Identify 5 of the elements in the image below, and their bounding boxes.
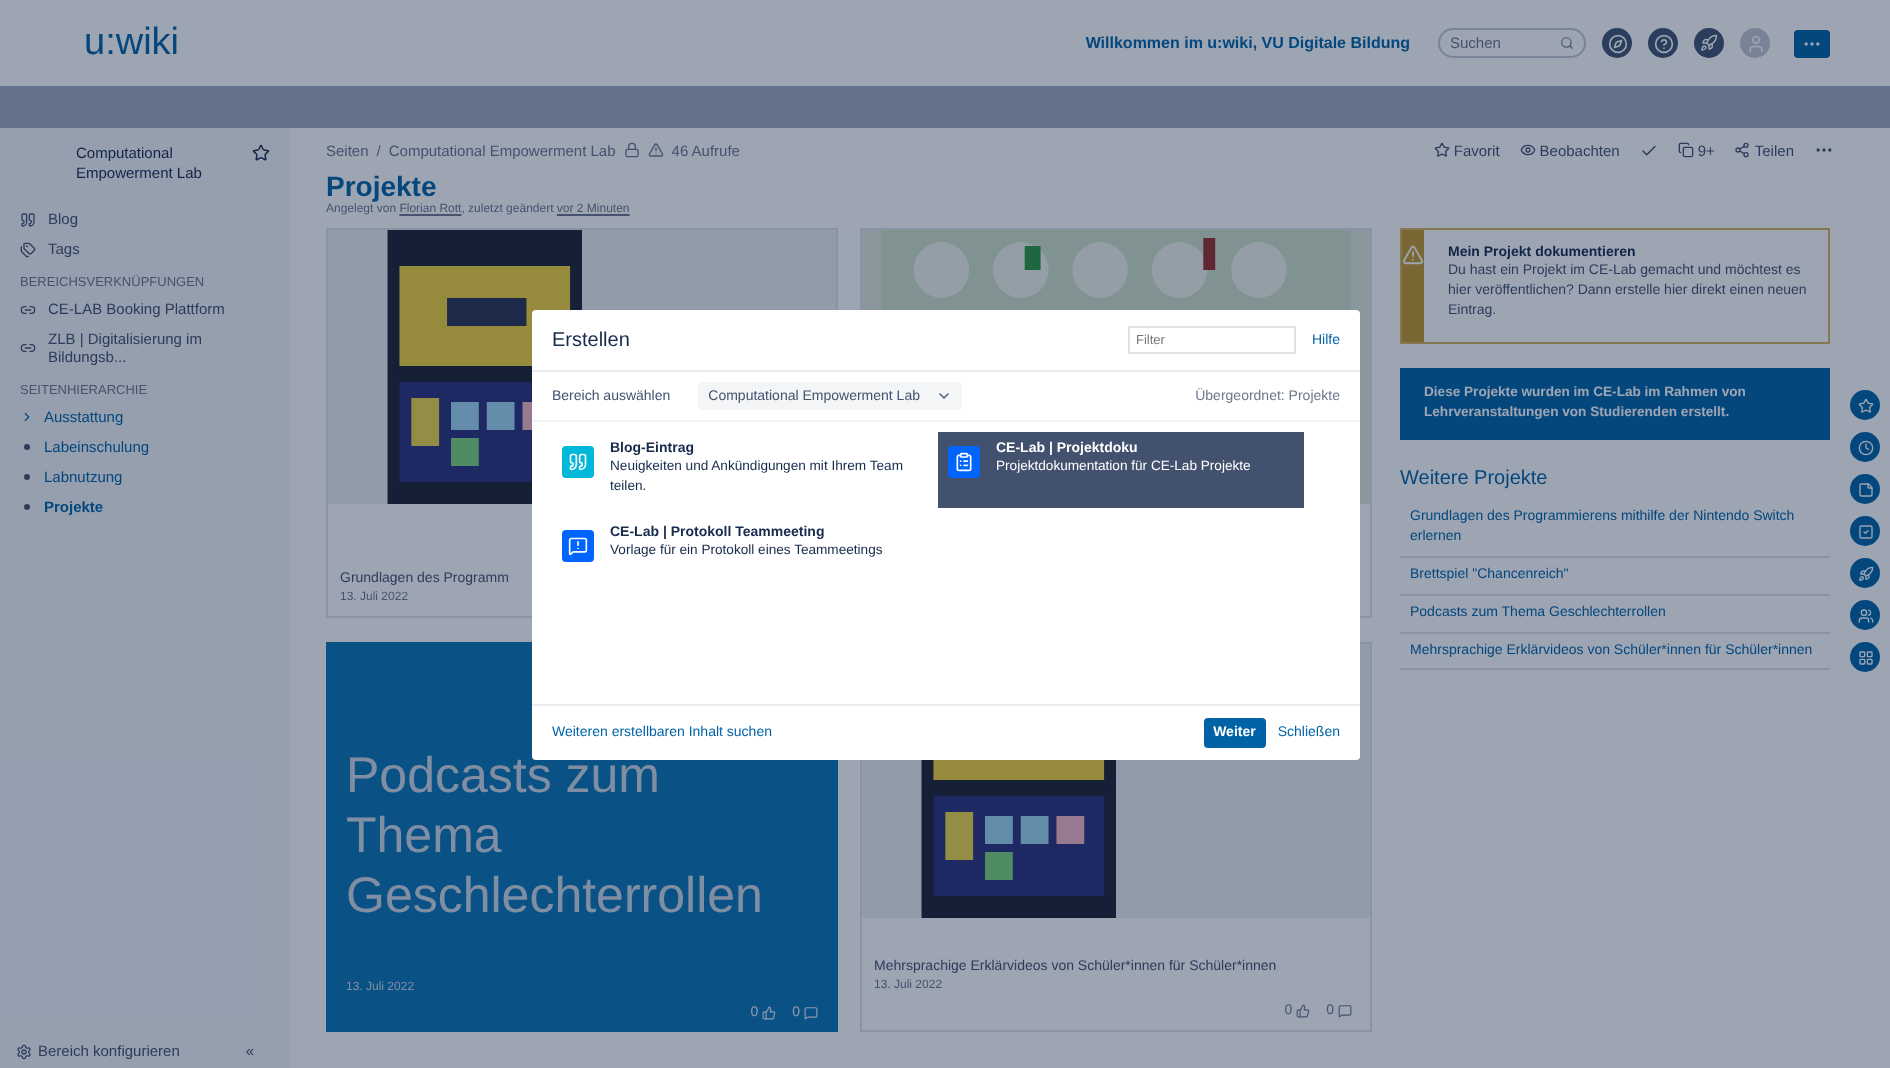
- section-title: Weitere Projekte: [1400, 468, 1550, 491]
- cover-text: Podcasts zum Thema Geschlechterrollen: [346, 746, 765, 928]
- page-title: Projekte: [326, 170, 439, 202]
- dialog-title: Erstellen: [552, 329, 630, 351]
- welcome-text: Willkommen im u:wiki, VU Digitale Bildung: [1085, 34, 1410, 52]
